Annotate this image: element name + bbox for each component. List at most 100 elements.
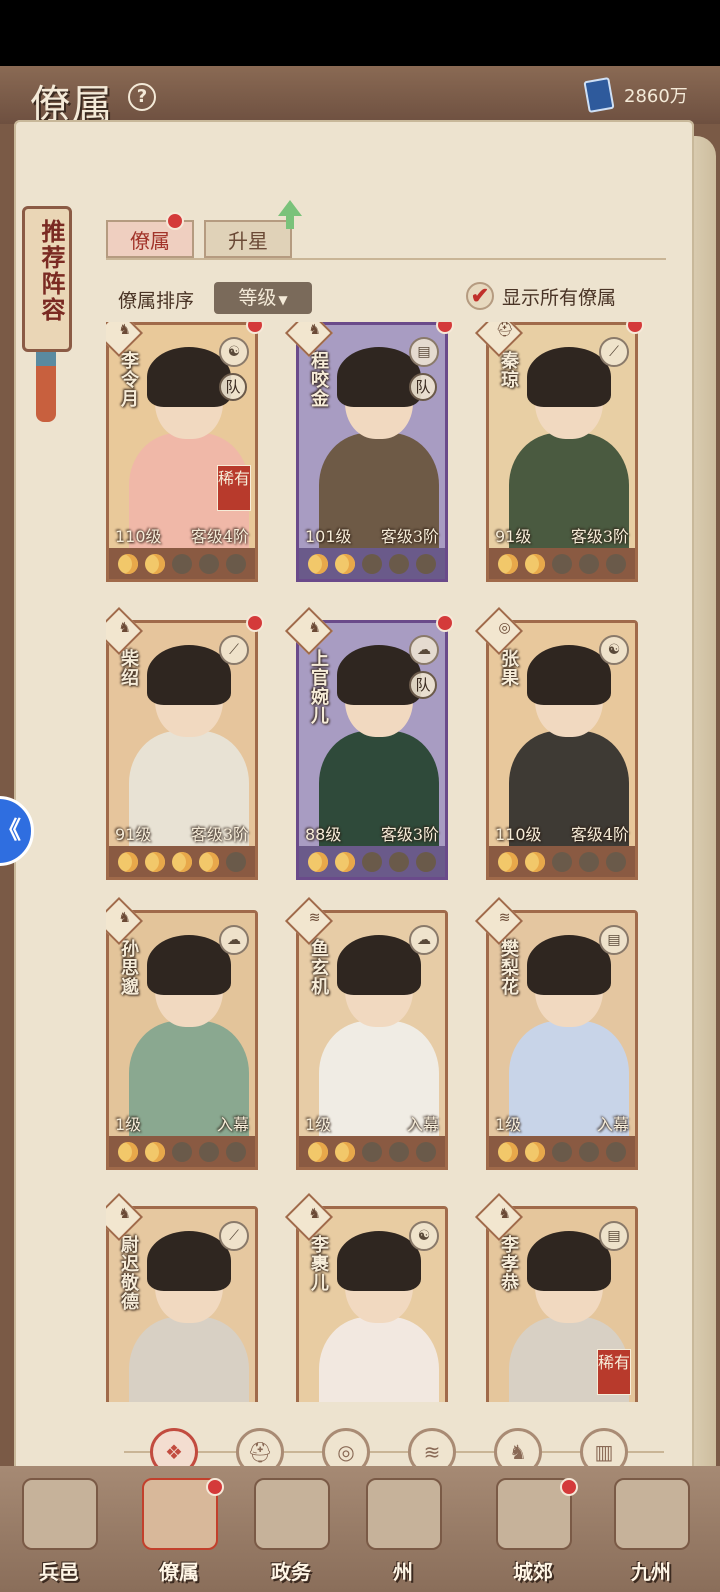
fan-icon: ≋ xyxy=(308,910,321,927)
moon-star-filled-icon xyxy=(171,851,192,872)
retainer-card[interactable]: 李令月 ☯ 队稀有 110级 客级4阶 ♞ xyxy=(106,322,264,584)
team-badge: 队 xyxy=(409,373,437,401)
sort-label: 僚属排序 xyxy=(118,290,195,312)
cloud-icon: ☁ xyxy=(219,925,249,955)
nav-label: 城郊 xyxy=(513,1560,553,1584)
checkmark-icon[interactable]: ✔ xyxy=(466,282,494,310)
retainer-card[interactable]: 张果 ☯ 110级 客级4阶 ◎ xyxy=(474,606,638,882)
retainer-card[interactable]: 尉迟敬德 ⟋ ♞ xyxy=(106,1192,258,1402)
moon-star-empty-icon xyxy=(578,851,599,872)
moon-star-empty-icon xyxy=(171,553,192,574)
moon-star-empty-icon xyxy=(551,553,572,574)
moon-star-empty-icon xyxy=(551,851,572,872)
retainer-card[interactable]: 李裹儿 ☯ ♞ xyxy=(284,1192,448,1402)
nav-nine-provinces[interactable]: 九州 xyxy=(596,1474,706,1592)
moon-star-empty-icon xyxy=(388,851,409,872)
moon-star-filled-icon xyxy=(198,851,219,872)
card-portrait-frame: 孙思邈 ☁ 1级 入幕 xyxy=(106,910,258,1140)
star-rating xyxy=(486,548,638,582)
yinyang-icon: ☯ xyxy=(409,1221,439,1251)
currency-display[interactable]: 2860万 xyxy=(583,76,706,114)
retainer-level: 91级 xyxy=(115,825,152,844)
moon-star-filled-icon xyxy=(335,1141,356,1162)
nav-building-icon xyxy=(366,1478,442,1550)
book-icon: ▤ xyxy=(599,925,629,955)
retainer-rank: 入幕 xyxy=(216,1115,249,1134)
moon-star-empty-icon xyxy=(361,553,382,574)
card-portrait-frame: 李裹儿 ☯ xyxy=(296,1206,448,1402)
recommended-lineup-banner[interactable]: 推荐阵容 xyxy=(22,206,72,352)
star-rating xyxy=(296,1136,448,1170)
retainer-card[interactable]: 柴绍 ⟋ 91级 客级3阶 ♞ xyxy=(106,606,264,882)
fan-icon: ≋ xyxy=(498,910,511,927)
nav-outskirts[interactable]: 城郊 xyxy=(478,1474,588,1592)
retainer-level: 110级 xyxy=(115,527,162,546)
moon-star-empty-icon xyxy=(605,553,626,574)
chevron-down-icon: ▼ xyxy=(278,293,288,307)
portrait-hair xyxy=(147,645,231,705)
portrait-hair xyxy=(147,347,231,407)
card-portrait-frame: 张果 ☯ 110级 客级4阶 xyxy=(486,620,638,850)
yinyang-icon: ☯ xyxy=(599,635,629,665)
yinyang-icon: ☯ xyxy=(219,337,249,367)
show-all-label: 显示所有僚属 xyxy=(502,286,617,309)
tab-star-up[interactable]: 升星 xyxy=(204,220,292,258)
retainer-level: 1级 xyxy=(305,1115,332,1134)
star-rating xyxy=(486,1136,638,1170)
retainer-name: 孙思邈 xyxy=(118,939,139,996)
nav-prefecture[interactable]: 州 xyxy=(348,1474,458,1592)
star-rating xyxy=(486,846,638,880)
sort-dropdown[interactable]: 等级 ▼ xyxy=(214,282,312,314)
moon-star-filled-icon xyxy=(335,553,356,574)
moon-star-filled-icon xyxy=(525,1141,546,1162)
moon-star-empty-icon xyxy=(361,1141,382,1162)
help-icon[interactable]: ? xyxy=(128,83,156,111)
portrait-hair xyxy=(337,645,421,705)
moon-star-empty-icon xyxy=(361,851,382,872)
moon-star-empty-icon xyxy=(388,1141,409,1162)
moon-star-empty-icon xyxy=(225,851,246,872)
retainer-rank: 客级3阶 xyxy=(570,527,629,546)
portrait-hair xyxy=(337,935,421,995)
bottom-navigation: 兵邑 僚属 政务 州 城郊 九州 xyxy=(0,1466,720,1592)
retainer-rank: 入幕 xyxy=(406,1115,439,1134)
star-rating xyxy=(106,1136,258,1170)
retainer-card[interactable]: 李孝恭 ▤ 稀有 ♞ xyxy=(474,1192,638,1402)
moon-star-empty-icon xyxy=(605,851,626,872)
moon-star-empty-icon xyxy=(225,553,246,574)
notification-dot xyxy=(626,322,644,334)
card-portrait-frame: 上官婉儿 ☁ 队 88级 客级3阶 xyxy=(296,620,448,850)
retainer-card[interactable]: 孙思邈 ☁ 1级 入幕 ♞ xyxy=(106,896,258,1172)
retainer-card[interactable]: 上官婉儿 ☁ 队 88级 客级3阶 ♞ xyxy=(284,606,454,882)
moon-star-filled-icon xyxy=(498,851,519,872)
nav-retainers[interactable]: 僚属 xyxy=(124,1474,234,1592)
portrait-hair xyxy=(527,347,611,407)
retainer-card[interactable]: 程咬金 ▤ 队 101级 客级3阶 ♞ xyxy=(284,322,454,584)
moon-star-filled-icon xyxy=(525,851,546,872)
retainer-name: 李令月 xyxy=(118,351,139,408)
nav-affairs[interactable]: 政务 xyxy=(236,1474,346,1592)
retainer-rank: 客级4阶 xyxy=(570,825,629,844)
top-header: 僚属 ? 2860万 xyxy=(0,66,720,128)
retainer-card[interactable]: 秦琼 ⟋ 91级 客级3阶 ⛑ xyxy=(474,322,644,584)
portrait-body xyxy=(319,1317,439,1402)
retainer-card[interactable]: 鱼玄机 ☁ 1级 入幕 ≋ xyxy=(284,896,448,1172)
status-bar xyxy=(0,0,720,66)
horse-icon: ♞ xyxy=(308,322,321,339)
nav-city[interactable]: 兵邑 xyxy=(4,1474,114,1592)
retainer-name: 李孝恭 xyxy=(498,1235,519,1292)
moon-star-filled-icon xyxy=(145,1141,166,1162)
book-icon: ▤ xyxy=(599,1221,629,1251)
horse-icon: ♞ xyxy=(308,620,321,637)
notification-dot xyxy=(206,1478,224,1496)
show-all-toggle[interactable]: ✔ 显示所有僚属 xyxy=(466,282,616,310)
retainer-level: 101级 xyxy=(305,527,352,546)
moon-star-empty-icon xyxy=(551,1141,572,1162)
notification-dot xyxy=(436,614,454,632)
retainer-card[interactable]: 樊梨花 ▤ 1级 入幕 ≋ xyxy=(474,896,638,1172)
retainer-level: 1级 xyxy=(115,1115,142,1134)
moon-star-filled-icon xyxy=(308,553,329,574)
nav-building-icon xyxy=(614,1478,690,1550)
nav-label: 兵邑 xyxy=(39,1560,79,1584)
banner-tassel xyxy=(36,352,56,422)
